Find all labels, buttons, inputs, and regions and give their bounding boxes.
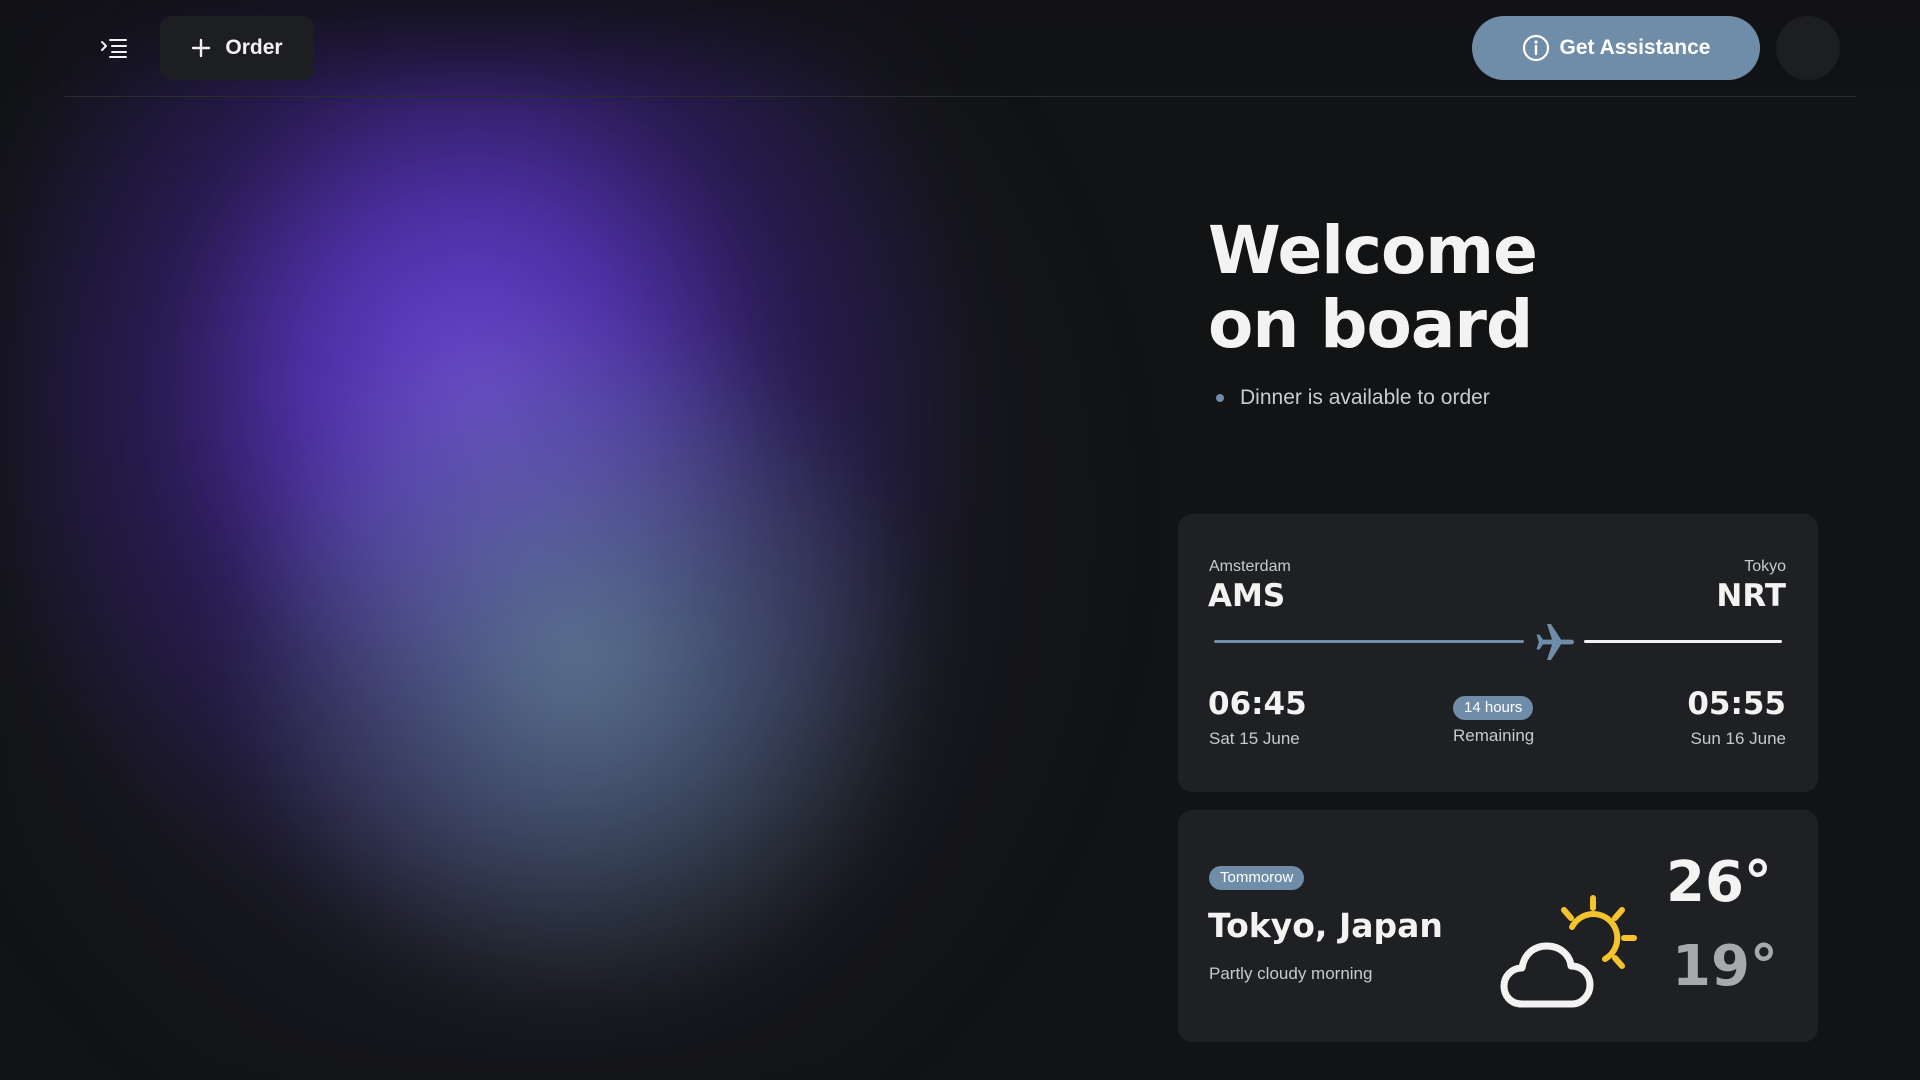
origin-city: Amsterdam <box>1209 558 1291 575</box>
forecast-day-badge: Tommorow <box>1209 866 1305 890</box>
page-title: Welcome on board <box>1208 212 1538 363</box>
info-icon <box>1522 34 1549 62</box>
temperature-high: 26° <box>1666 850 1772 915</box>
duration-badge: 14 hours <box>1453 696 1534 720</box>
departure-time: 06:45 <box>1208 686 1307 722</box>
flight-progress-remaining <box>1584 640 1782 643</box>
menu-icon <box>101 39 127 58</box>
avatar[interactable] <box>1776 16 1840 80</box>
partly-cloudy-icon <box>1500 895 1637 1008</box>
notice-text: Dinner is available to order <box>1240 386 1490 409</box>
title-line-1: Welcome <box>1208 212 1538 289</box>
arrival-date: Sun 16 June <box>1690 729 1786 748</box>
weather-location: Tokyo, Japan <box>1208 906 1443 945</box>
arrival-time: 05:55 <box>1687 686 1786 722</box>
title-line-2: on board <box>1208 286 1533 363</box>
airplane-icon <box>1536 624 1574 660</box>
temperature-low: 19° <box>1672 934 1778 999</box>
get-assistance-label: Get Assistance <box>1559 36 1711 59</box>
destination-code: NRT <box>1716 578 1786 614</box>
weather-condition: Partly cloudy morning <box>1209 964 1373 983</box>
top-bar: Order Get Assistance <box>64 0 1856 97</box>
get-assistance-button[interactable]: Get Assistance <box>1472 16 1760 80</box>
origin-code: AMS <box>1208 578 1286 614</box>
flight-progress-completed <box>1214 640 1524 643</box>
flight-progress <box>1214 624 1782 660</box>
destination-city: Tokyo <box>1744 558 1786 575</box>
menu-button[interactable] <box>94 28 134 68</box>
page: Order Get Assistance Welcome on board Di… <box>0 0 1920 1080</box>
order-button[interactable]: Order <box>160 16 314 80</box>
duration-label: Remaining <box>1453 726 1535 745</box>
weather-card: Tommorow Tokyo, Japan Partly cloudy morn… <box>1178 810 1818 1042</box>
notice-dot-icon <box>1216 394 1224 402</box>
departure-date: Sat 15 June <box>1209 729 1300 748</box>
plus-icon <box>192 38 211 58</box>
flight-card: Amsterdam AMS Tokyo NRT 06:45 Sat 15 Jun… <box>1178 514 1818 792</box>
dinner-notice: Dinner is available to order <box>1216 386 1490 410</box>
order-button-label: Order <box>225 36 283 59</box>
